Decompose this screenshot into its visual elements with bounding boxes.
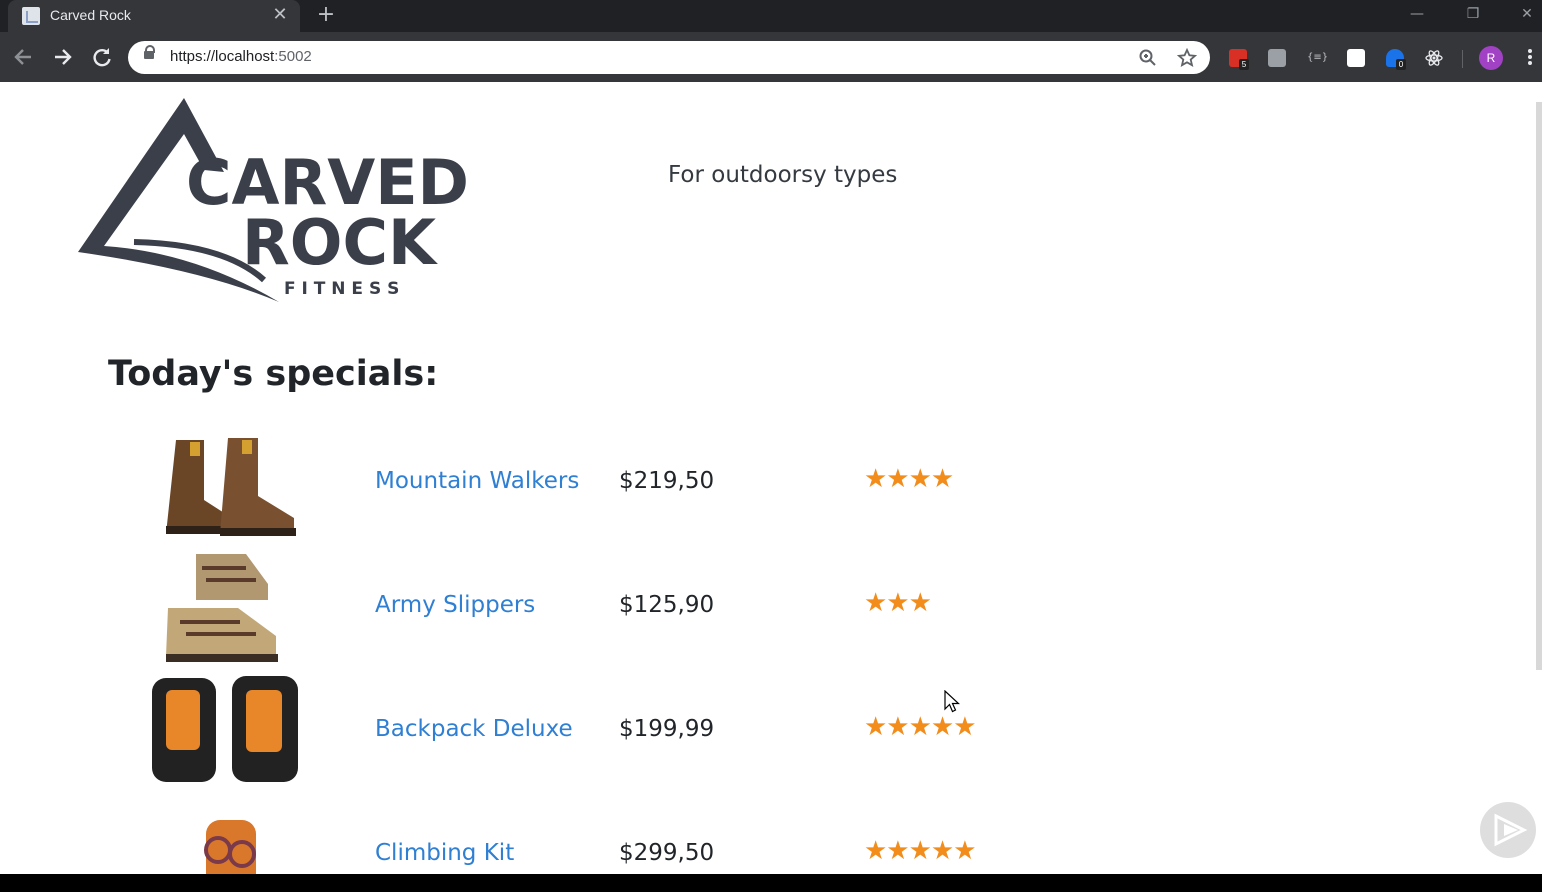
carved-rock-logo: CARVED ROCK F I T N E S S bbox=[78, 98, 469, 302]
calendar-extension-icon[interactable]: 5 bbox=[1229, 49, 1249, 70]
video-play-overlay[interactable] bbox=[1480, 802, 1536, 858]
page-favicon-icon bbox=[22, 7, 40, 25]
product-price: $299,50 bbox=[619, 840, 715, 866]
specials-heading: Today's specials: bbox=[108, 354, 439, 394]
zoom-icon[interactable] bbox=[1138, 48, 1158, 68]
tab-strip: Carved Rock ✕ + — ❐ ✕ bbox=[0, 0, 1542, 32]
reload-icon[interactable] bbox=[89, 44, 115, 70]
bottom-letterbox bbox=[0, 874, 1542, 892]
sigma-extension-icon[interactable] bbox=[1268, 49, 1286, 67]
rating-stars: ★★★★★ bbox=[864, 836, 977, 866]
product-price: $219,50 bbox=[619, 468, 715, 494]
minimize-icon[interactable]: — bbox=[1402, 2, 1432, 26]
product-link[interactable]: Backpack Deluxe bbox=[375, 716, 573, 742]
white-square-extension-icon[interactable] bbox=[1347, 49, 1365, 67]
browser-tab[interactable]: Carved Rock ✕ bbox=[8, 0, 300, 32]
url-text[interactable]: https://localhost:5002 bbox=[170, 48, 312, 65]
browser-menu-icon[interactable] bbox=[1522, 47, 1538, 69]
backpack-icon[interactable] bbox=[136, 668, 326, 792]
product-link[interactable]: Mountain Walkers bbox=[375, 468, 579, 494]
mouse-cursor-icon bbox=[944, 690, 960, 713]
address-bar[interactable]: https://localhost:5002 bbox=[128, 41, 1210, 74]
svg-text:F I T N E S S: F I T N E S S bbox=[284, 279, 399, 299]
product-link[interactable]: Army Slippers bbox=[375, 592, 535, 618]
boots-icon[interactable] bbox=[136, 420, 326, 544]
product-row: Backpack Deluxe $199,99 ★★★★★ bbox=[0, 668, 1100, 792]
product-row: Army Slippers $125,90 ★★★ bbox=[0, 544, 1100, 668]
toolbar-separator bbox=[1462, 50, 1463, 68]
lock-icon[interactable] bbox=[144, 45, 155, 59]
svg-text:ROCK: ROCK bbox=[242, 206, 438, 279]
product-row: Mountain Walkers $219,50 ★★★★ bbox=[0, 420, 1100, 544]
sandals-icon[interactable] bbox=[136, 544, 326, 668]
product-row: Climbing Kit $299,50 ★★★★★ bbox=[0, 792, 1100, 874]
close-window-icon[interactable]: ✕ bbox=[1512, 2, 1542, 26]
restore-icon[interactable]: ❐ bbox=[1458, 2, 1488, 26]
new-tab-button[interactable]: + bbox=[314, 2, 338, 28]
react-extension-icon[interactable] bbox=[1425, 49, 1443, 67]
ghostery-extension-icon[interactable]: 0 bbox=[1386, 49, 1406, 70]
rating-stars: ★★★★ bbox=[864, 464, 954, 494]
product-price: $199,99 bbox=[619, 716, 715, 742]
tagline: For outdoorsy types bbox=[668, 162, 898, 188]
product-price: $125,90 bbox=[619, 592, 715, 618]
tab-title: Carved Rock bbox=[50, 7, 131, 23]
json-extension-icon[interactable]: {≡} bbox=[1307, 49, 1328, 67]
product-link[interactable]: Climbing Kit bbox=[375, 840, 514, 866]
forward-arrow-icon[interactable] bbox=[50, 44, 76, 70]
play-icon bbox=[1494, 813, 1528, 847]
browser-toolbar: https://localhost:5002 5 {≡} 0 R bbox=[0, 32, 1542, 82]
climbing-kit-icon[interactable] bbox=[136, 792, 326, 874]
rating-stars: ★★★ bbox=[864, 588, 932, 618]
bookmark-star-icon[interactable] bbox=[1177, 48, 1197, 68]
close-tab-icon[interactable]: ✕ bbox=[270, 5, 290, 25]
profile-avatar[interactable]: R bbox=[1479, 46, 1503, 70]
back-arrow-icon[interactable] bbox=[10, 44, 36, 70]
rating-stars: ★★★★★ bbox=[864, 712, 977, 742]
page-viewport: CARVED ROCK F I T N E S S For outdoorsy … bbox=[0, 82, 1542, 874]
scrollbar-thumb[interactable] bbox=[1536, 102, 1542, 670]
